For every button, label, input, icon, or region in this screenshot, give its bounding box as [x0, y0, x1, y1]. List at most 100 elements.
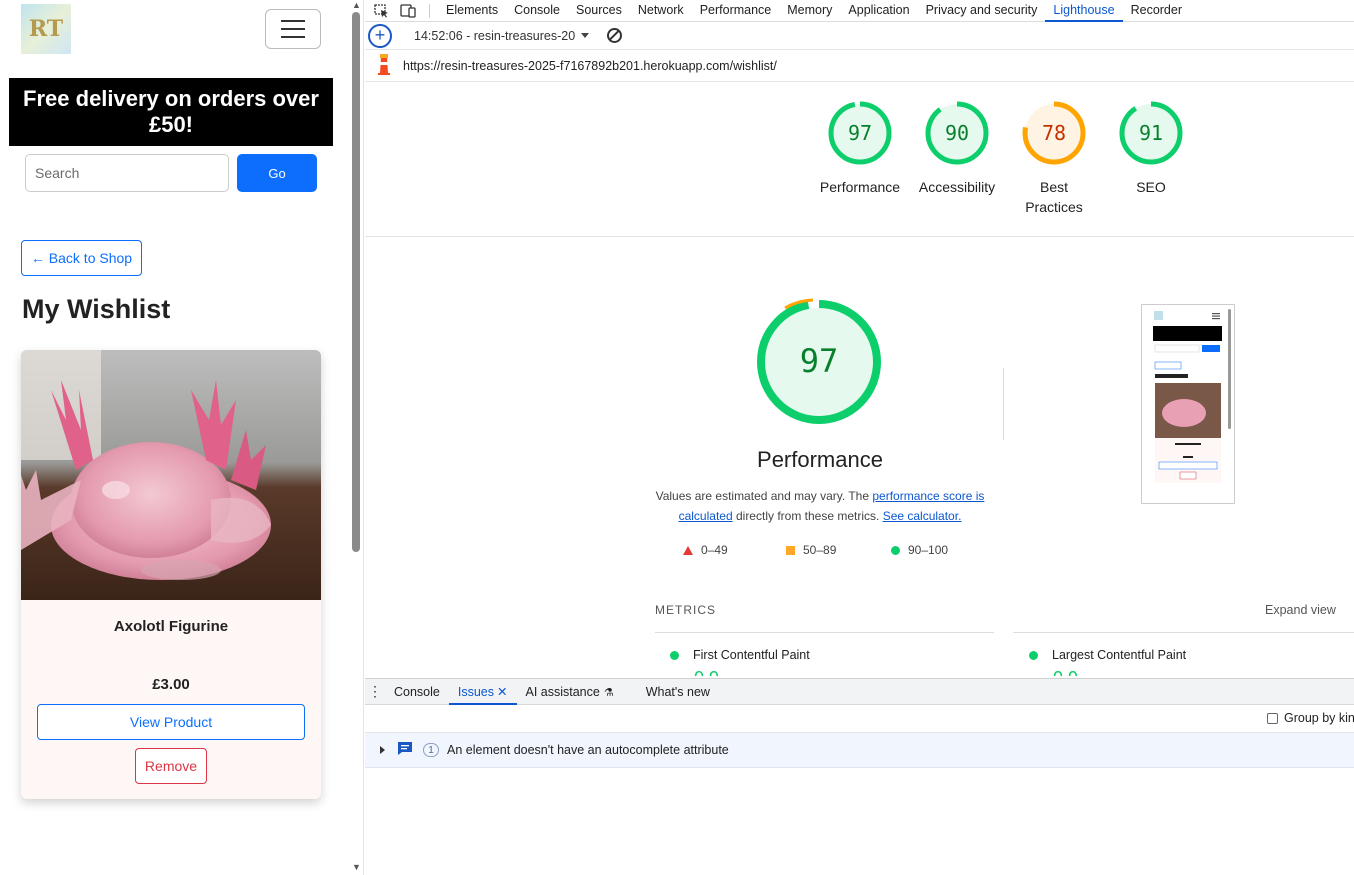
scroll-up-arrow-icon[interactable]: ▲ [352, 0, 361, 10]
issue-text: An element doesn't have an autocomplete … [447, 743, 729, 757]
tab-network[interactable]: Network [630, 0, 692, 22]
drawer-tab-whats-new[interactable]: What's new [637, 679, 719, 705]
legend-label: 50–89 [803, 543, 837, 557]
score-legend: 0–49 50–89 90–100 [683, 543, 983, 559]
drawer-tab-issues[interactable]: Issues ✕ [448, 679, 517, 705]
performance-big-gauge: 97 [757, 298, 881, 424]
logo-text: RT [28, 16, 64, 42]
site-logo[interactable]: RT [21, 4, 71, 54]
svg-text:97: 97 [848, 121, 872, 145]
tab-elements[interactable]: Elements [438, 0, 506, 22]
devtools-panel: Elements Console Sources Network Perform… [365, 0, 1354, 875]
tab-lighthouse[interactable]: Lighthouse [1045, 0, 1123, 22]
gauge-label: Accessibility [918, 179, 996, 195]
drawer-tab-ai-assistance[interactable]: AI assistance ⚗ [517, 679, 623, 705]
gauge-ring: 78 [1022, 101, 1086, 165]
clear-block-icon[interactable] [607, 28, 623, 43]
group-by-kind-label: Group by kind [1284, 711, 1354, 725]
desc-text: directly from these metrics. [732, 509, 883, 523]
gauge-label: SEO [1136, 179, 1166, 195]
product-price: £3.00 [152, 676, 190, 693]
device-toolbar-icon[interactable] [399, 3, 417, 19]
pass-circle-icon [670, 650, 679, 660]
metric-lcp: Largest Contentful Paint 0.9 [1029, 648, 1186, 676]
metric-value: 0.9 [694, 668, 719, 676]
pass-circle-icon [1029, 650, 1038, 660]
devtools-tab-bar: Elements Console Sources Network Perform… [365, 0, 1354, 22]
gauge-ring: 97 [828, 101, 892, 165]
metrics-divider [1013, 632, 1354, 633]
gauge-accessibility[interactable]: 90 Accessibility [907, 100, 1007, 197]
performance-description: Values are estimated and may vary. The p… [650, 486, 990, 526]
close-icon[interactable]: ✕ [497, 685, 507, 699]
page-screenshot-thumbnail[interactable] [1141, 304, 1235, 504]
score-gauges: 97 Performance 90 Accessibility 78 Best … [810, 100, 1210, 220]
lighthouse-logo-icon [375, 53, 393, 78]
gauge-ring: 90 [925, 101, 989, 165]
tab-console[interactable]: Console [506, 0, 568, 22]
tab-memory[interactable]: Memory [779, 0, 840, 22]
hamburger-menu-button[interactable] [265, 9, 321, 49]
svg-text:91: 91 [1139, 121, 1163, 145]
message-icon [397, 741, 413, 759]
tab-performance[interactable]: Performance [692, 0, 780, 22]
wishlist-card: Axolotl Figurine £3.00 View Product Remo… [21, 350, 321, 799]
gauge-best-practices[interactable]: 78 Best Practices [1004, 100, 1104, 217]
tab-sources[interactable]: Sources [568, 0, 630, 22]
expand-view-toggle[interactable]: Expand view [1265, 603, 1336, 617]
drawer-tab-label: AI assistance [525, 684, 600, 699]
metric-fcp: First Contentful Paint 0.9 [670, 648, 810, 676]
svg-text:90: 90 [945, 121, 969, 145]
issue-row[interactable]: 1 An element doesn't have an autocomplet… [365, 732, 1354, 768]
gauge-label: Best Practices [1025, 179, 1083, 215]
scroll-down-arrow-icon[interactable]: ▼ [352, 862, 361, 872]
audited-url: https://resin-treasures-2025-f7167892b20… [403, 58, 777, 73]
performance-title: Performance [757, 447, 883, 472]
tab-privacy-security[interactable]: Privacy and security [918, 0, 1046, 22]
metrics-divider [655, 632, 994, 633]
inspect-element-icon[interactable] [373, 3, 391, 19]
gauge-seo[interactable]: 91 SEO [1101, 100, 1201, 197]
page-scrollbar[interactable]: ▲ ▼ [350, 0, 364, 875]
checkbox-icon[interactable] [1267, 712, 1278, 724]
vertical-divider [1003, 368, 1004, 440]
toolbar-separator [429, 3, 430, 18]
page-title: My Wishlist [22, 294, 171, 324]
report-selector[interactable]: 14:52:06 - resin-treasures-20 [414, 29, 575, 43]
tab-recorder[interactable]: Recorder [1123, 0, 1190, 22]
circle-icon [891, 545, 900, 555]
search-input[interactable] [25, 154, 229, 192]
chevron-down-icon[interactable] [581, 33, 590, 38]
issue-count-badge: 1 [423, 743, 439, 757]
performance-score-value: 97 [800, 342, 839, 380]
gauge-performance[interactable]: 97 Performance [810, 100, 910, 197]
metric-name: First Contentful Paint [693, 648, 810, 662]
product-name: Axolotl Figurine [113, 618, 229, 635]
new-report-plus-icon[interactable]: + [368, 23, 392, 48]
see-calculator-link[interactable]: See calculator. [883, 509, 962, 523]
promo-banner: Free delivery on orders over £50! [9, 78, 333, 146]
drawer-tab-label: Issues [457, 684, 495, 699]
product-image[interactable] [21, 350, 321, 600]
triangle-icon [683, 545, 693, 555]
drawer-tab-console[interactable]: Console [385, 679, 449, 705]
lighthouse-toolbar: + 14:52:06 - resin-treasures-20 [365, 22, 1354, 50]
scrollbar-thumb[interactable] [352, 12, 360, 552]
svg-text:78: 78 [1042, 121, 1066, 145]
legend-label: 90–100 [908, 543, 949, 557]
section-divider [365, 236, 1354, 237]
legend-pass: 90–100 [891, 543, 948, 557]
tab-application[interactable]: Application [840, 0, 917, 22]
square-icon [786, 545, 795, 555]
search-go-button[interactable]: Go [237, 154, 317, 192]
website-viewport: RT Free delivery on orders over £50! Go … [0, 0, 350, 875]
remove-button[interactable]: Remove [135, 748, 207, 784]
metric-value: 0.9 [1053, 668, 1078, 676]
expand-arrow-icon[interactable] [380, 746, 385, 754]
view-product-button[interactable]: View Product [37, 704, 305, 740]
back-to-shop-button[interactable]: ← Back to Shop [21, 240, 142, 276]
group-by-kind-checkbox[interactable]: Group by kind [1267, 711, 1354, 725]
drawer-tab-bar: ⋮ Console Issues ✕ AI assistance ⚗ What's … [365, 678, 1354, 705]
gauge-ring: 91 [1119, 101, 1183, 165]
more-options-kebab-icon[interactable]: ⋮ [365, 683, 385, 700]
